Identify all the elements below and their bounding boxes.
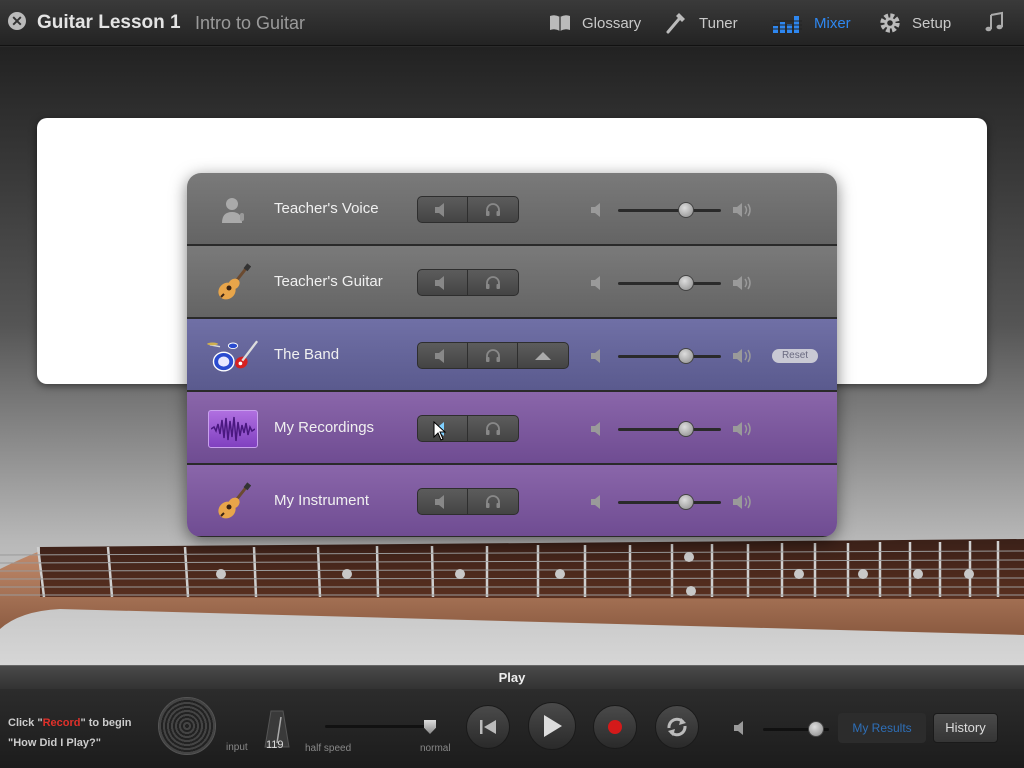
mixer-track-row: The Band Reset [187, 319, 837, 392]
recording-disc-icon [158, 697, 216, 755]
acoustic-guitar-icon [207, 476, 259, 528]
speed-slider[interactable] [325, 725, 433, 728]
solo-headphones-button[interactable] [468, 270, 518, 295]
transport-controls: Click "Record" to begin "How Did I Play?… [0, 689, 1024, 768]
loop-button[interactable] [655, 705, 699, 749]
waveform-icon [207, 403, 259, 455]
mixer-track-row: My Instrument [187, 465, 837, 537]
band-icon [207, 330, 259, 382]
volume-low-icon [590, 348, 608, 364]
mixer-track-name: My Instrument [274, 492, 370, 509]
close-icon[interactable]: ✕ [8, 12, 26, 30]
normal-speed-label: normal [420, 743, 451, 754]
volume-low-icon [590, 421, 608, 437]
speed-slider-knob[interactable] [424, 720, 436, 734]
top-bar: ✕ Guitar Lesson 1 Intro to Guitar Glossa… [0, 0, 1024, 46]
hint-suffix: " to begin [80, 717, 132, 729]
music-note-icon [982, 11, 1006, 35]
track-volume-knob[interactable] [678, 494, 694, 510]
acoustic-guitar-icon [207, 257, 259, 309]
volume-low-icon [590, 494, 608, 510]
solo-headphones-button[interactable] [468, 489, 518, 514]
mixer-track-name: The Band [274, 346, 340, 363]
track-volume-slider[interactable] [618, 275, 721, 291]
mixer-track-name: Teacher's Guitar [274, 273, 383, 290]
book-icon [548, 11, 572, 35]
record-hint: Click "Record" to begin "How Did I Play?… [8, 713, 132, 753]
nav-setup-label: Setup [912, 14, 952, 32]
track-volume-knob[interactable] [678, 202, 694, 218]
volume-high-icon [732, 347, 754, 365]
nav-tuner-label: Tuner [699, 14, 738, 32]
volume-high-icon [732, 420, 754, 438]
play-icon [544, 715, 562, 737]
gear-icon [878, 11, 902, 35]
master-volume-knob[interactable] [808, 721, 824, 737]
track-volume-slider[interactable] [618, 202, 721, 218]
volume-high-icon [732, 201, 754, 219]
nav-glossary[interactable]: Glossary [548, 10, 641, 36]
reset-button[interactable]: Reset [772, 349, 818, 363]
half-speed-label: half speed [305, 743, 352, 754]
lesson-title: Guitar Lesson 1 [37, 12, 181, 33]
guitar-fretboard [0, 539, 1024, 635]
volume-high-icon [732, 274, 754, 292]
mute-button[interactable] [418, 343, 468, 368]
expand-button[interactable] [518, 343, 568, 368]
skip-back-icon [480, 720, 496, 734]
track-buttons [417, 196, 519, 223]
play-button[interactable] [528, 702, 576, 750]
track-volume-slider[interactable] [618, 421, 721, 437]
mixer-track-name: Teacher's Voice [274, 200, 379, 217]
nav-tuner[interactable]: Tuner [665, 10, 738, 36]
nav-music[interactable] [982, 10, 1006, 36]
track-buttons [417, 269, 519, 296]
rewind-button[interactable] [466, 705, 510, 749]
tempo-value: 119 [266, 739, 284, 751]
volume-low-icon [590, 275, 608, 291]
track-volume-slider[interactable] [618, 494, 721, 510]
mixer-track-name: My Recordings [274, 419, 375, 436]
nav-glossary-label: Glossary [582, 14, 642, 32]
play-bar-label: Play [498, 670, 526, 685]
volume-high-icon [732, 493, 754, 511]
nav-setup[interactable]: Setup [878, 10, 951, 36]
nav-mixer-label: Mixer [814, 14, 851, 32]
hint-line2: "How Did I Play?" [8, 737, 101, 749]
solo-headphones-button[interactable] [468, 416, 518, 441]
volume-low-icon [590, 202, 608, 218]
solo-headphones-button[interactable] [468, 197, 518, 222]
mixer-track-row: Teacher's Guitar [187, 246, 837, 319]
mute-button[interactable] [418, 270, 468, 295]
input-label: input [226, 742, 248, 753]
track-buttons [417, 342, 569, 369]
mute-button[interactable] [418, 197, 468, 222]
play-bar[interactable]: Play [0, 665, 1024, 689]
hint-prefix: Click " [8, 717, 43, 729]
mixer-track-row: Teacher's Voice [187, 173, 837, 246]
mixer-panel: Teacher's Voice Teacher's Guitar The Band R… [187, 173, 837, 537]
record-icon [608, 720, 622, 734]
lesson-subtitle: Intro to Guitar [195, 13, 306, 33]
volume-low-icon [734, 721, 743, 735]
track-volume-knob[interactable] [678, 421, 694, 437]
teacher-icon [207, 184, 259, 236]
hint-record-keyword: Record [42, 717, 81, 729]
track-volume-knob[interactable] [678, 348, 694, 364]
loop-icon [667, 717, 687, 737]
my-results-button[interactable]: My Results [838, 713, 926, 743]
tuning-fork-icon [665, 11, 689, 35]
history-button[interactable]: History [933, 713, 998, 743]
track-buttons [417, 488, 519, 515]
mouse-cursor-icon [433, 421, 447, 441]
solo-headphones-button[interactable] [468, 343, 518, 368]
mixer-bars-icon [772, 11, 804, 35]
track-volume-knob[interactable] [678, 275, 694, 291]
nav-mixer[interactable]: Mixer [772, 10, 851, 36]
record-button[interactable] [593, 705, 637, 749]
mute-button[interactable] [418, 489, 468, 514]
lesson-stage: Teacher's Voice Teacher's Guitar The Band R… [0, 47, 1024, 665]
mixer-track-row: My Recordings [187, 392, 837, 465]
track-volume-slider[interactable] [618, 348, 721, 364]
